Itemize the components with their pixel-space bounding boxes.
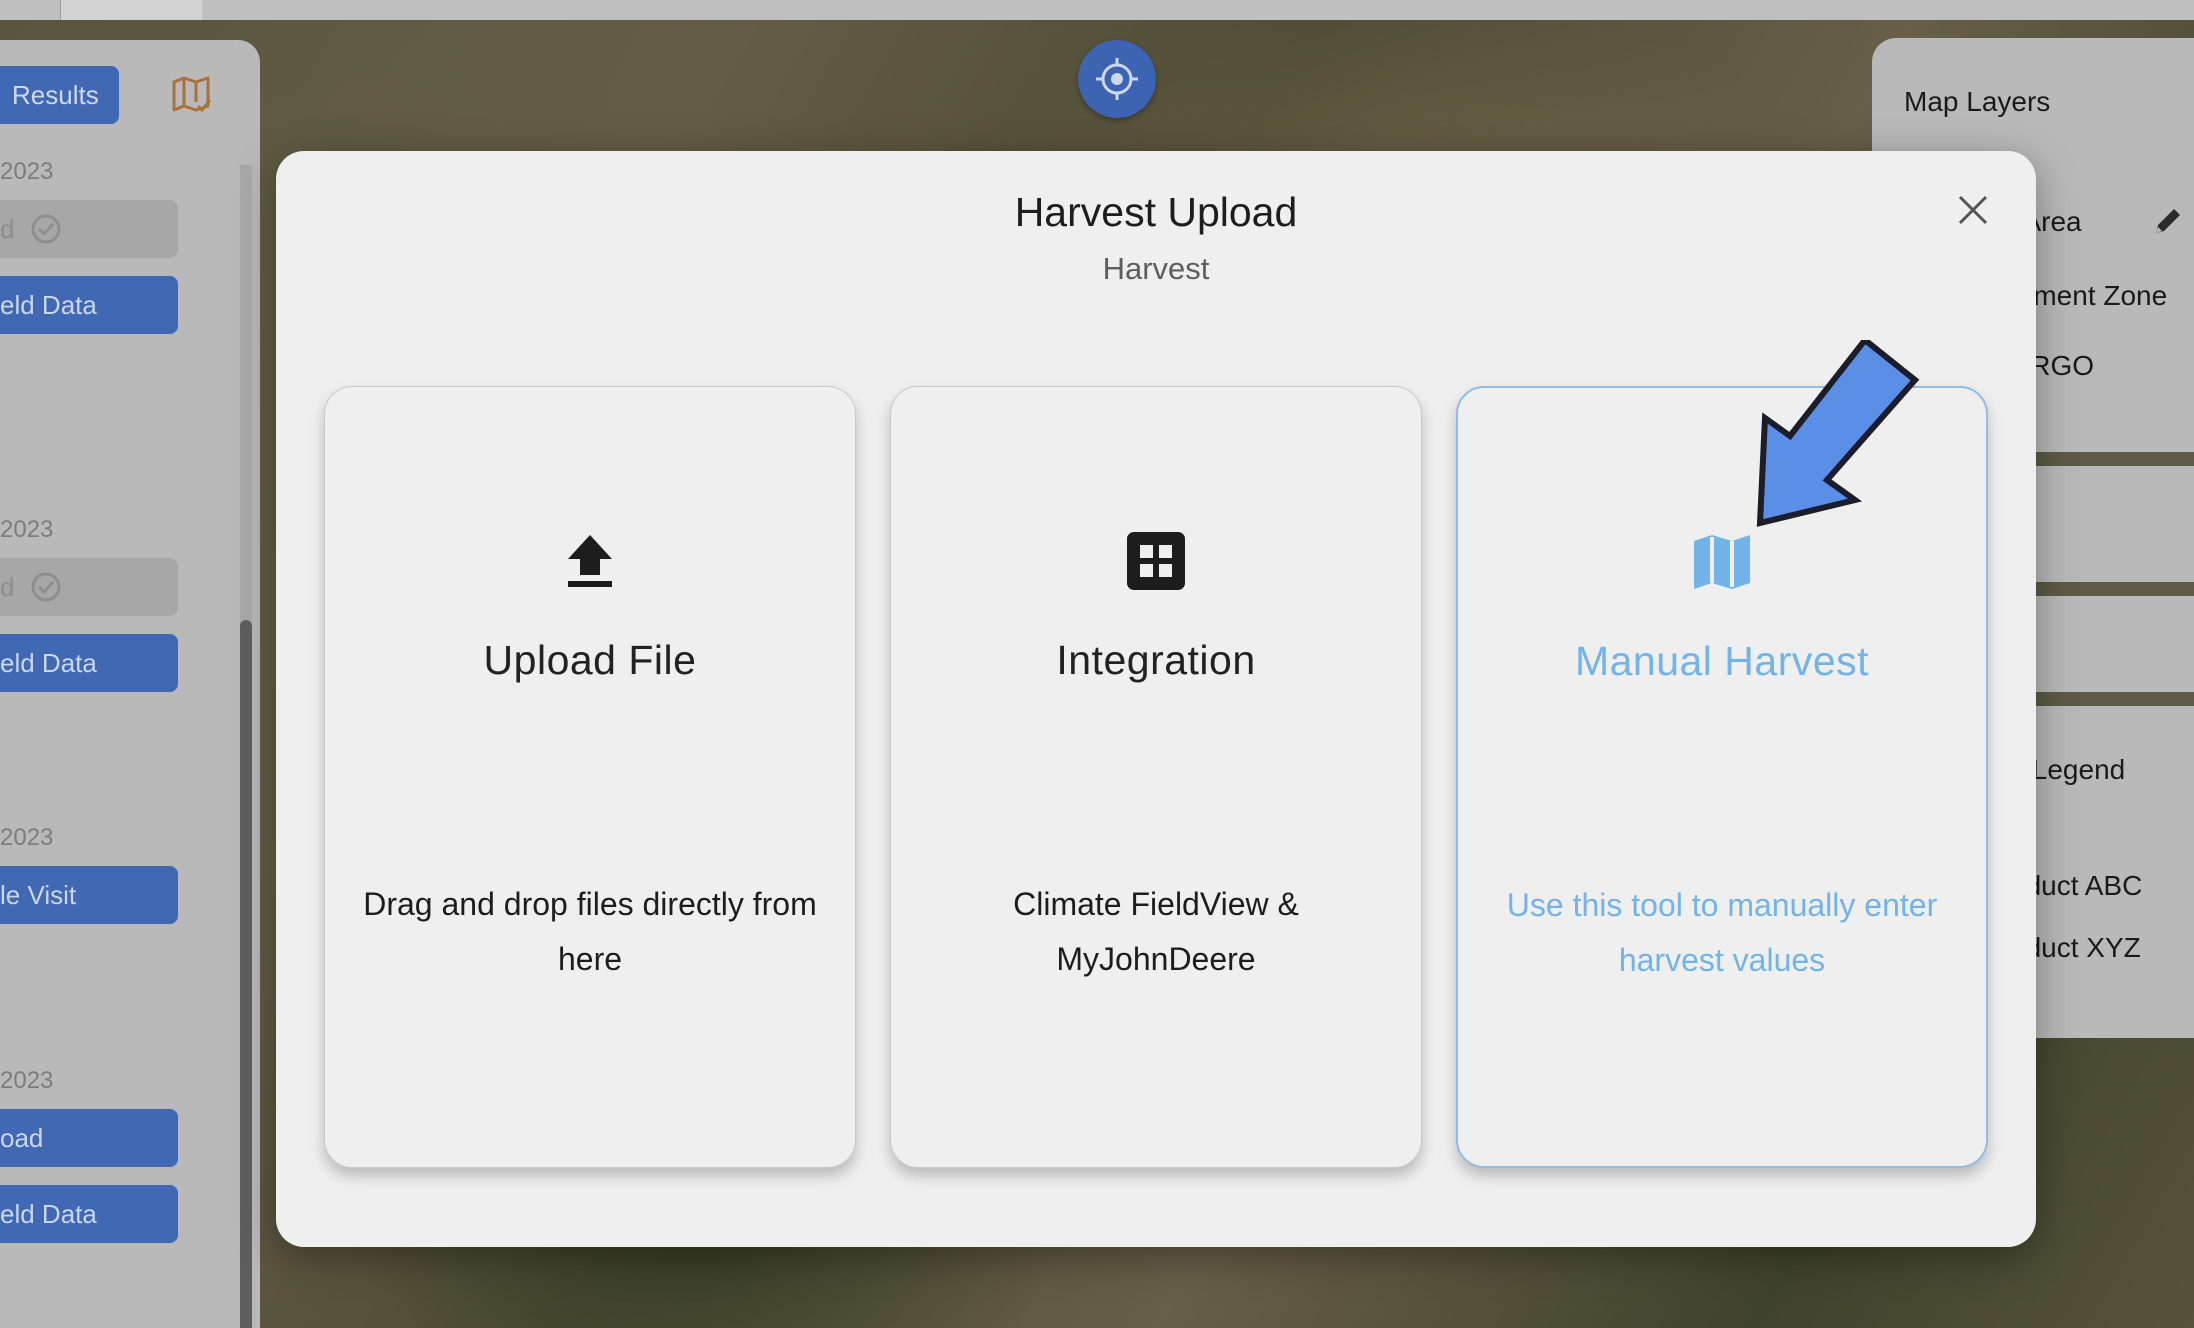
year-label: 2023 xyxy=(0,516,54,543)
map-check-icon[interactable] xyxy=(170,72,214,116)
upload-file-option[interactable]: Upload File Drag and drop files directly… xyxy=(324,386,856,1168)
crosshair-icon xyxy=(1096,58,1138,100)
upload-label: oad xyxy=(0,1122,44,1153)
grid-icon xyxy=(1124,529,1188,593)
field-data-label: eld Data xyxy=(0,1198,97,1229)
year-label: 2023 xyxy=(0,158,54,185)
top-toolbar-strip xyxy=(0,0,2194,20)
year-label: 2023 xyxy=(0,824,54,851)
sample-visit-label: le Visit xyxy=(0,879,77,910)
status-label: d xyxy=(0,213,15,244)
sidebar-scrollbar[interactable] xyxy=(240,165,252,1328)
check-circle-icon xyxy=(31,572,61,602)
field-data-label: eld Data xyxy=(0,647,97,678)
status-pill: d xyxy=(0,558,178,616)
modal-subtitle: Harvest xyxy=(1102,251,1210,286)
pencil-icon[interactable] xyxy=(2150,203,2186,239)
option-description: Climate FieldView & MyJohnDeere xyxy=(1013,886,1299,977)
option-title: Upload File xyxy=(483,637,697,683)
year-label: 2023 xyxy=(0,1067,54,1094)
scrollbar-thumb[interactable] xyxy=(240,620,252,1328)
close-button[interactable] xyxy=(1946,183,2000,237)
check-circle-icon xyxy=(31,214,61,244)
modal-title: Harvest Upload xyxy=(1014,189,1298,235)
option-title: Manual Harvest xyxy=(1574,638,1870,684)
integration-option[interactable]: Integration Climate FieldView & MyJohnDe… xyxy=(890,386,1422,1168)
upload-button[interactable]: oad xyxy=(0,1109,178,1167)
harvest-upload-modal: Harvest Upload Harvest Upload File Drag … xyxy=(276,151,2036,1247)
results-button[interactable]: Results xyxy=(0,66,119,124)
status-label: d xyxy=(0,571,15,602)
status-pill: d xyxy=(0,200,178,258)
locate-button[interactable] xyxy=(1078,40,1156,118)
field-data-button[interactable]: eld Data xyxy=(0,1185,178,1243)
upload-icon xyxy=(558,529,622,593)
map-icon xyxy=(1690,530,1754,594)
close-icon xyxy=(1958,195,1988,225)
field-data-button[interactable]: eld Data xyxy=(0,276,178,334)
map-layers-title: Map Layers xyxy=(1904,86,2051,117)
manual-harvest-option[interactable]: Manual Harvest Use this tool to manually… xyxy=(1456,386,1988,1168)
option-description: Drag and drop files directly from here xyxy=(363,886,817,977)
toolbar-segment xyxy=(60,0,202,20)
sample-visit-button[interactable]: le Visit xyxy=(0,866,178,924)
field-data-label: eld Data xyxy=(0,289,97,320)
option-title: Integration xyxy=(1056,637,1256,683)
field-data-button[interactable]: eld Data xyxy=(0,634,178,692)
option-description: Use this tool to manually enter harvest … xyxy=(1506,887,1938,978)
results-label: Results xyxy=(12,79,99,110)
